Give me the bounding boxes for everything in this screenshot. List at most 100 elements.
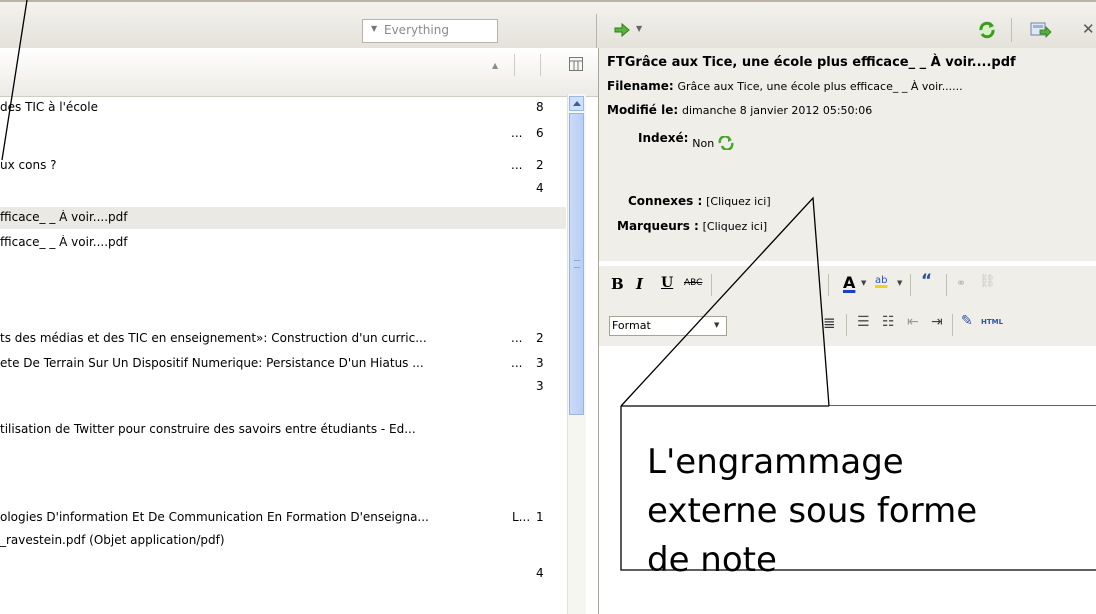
chevron-down-icon[interactable]: ▼	[897, 279, 902, 287]
sync-icon[interactable]	[977, 20, 997, 40]
modified-row: Modifié le: dimanche 8 janvier 2012 05:5…	[607, 103, 872, 117]
italic-button[interactable]: I	[636, 275, 643, 293]
column-picker-icon[interactable]	[569, 57, 583, 71]
search-mode-field[interactable]: ▼ Everything	[362, 19, 498, 43]
item-title: ts des médias et des TIC en enseignement…	[0, 331, 427, 345]
item-title: fficace_ _ À voir....pdf	[0, 235, 128, 249]
toolbar-separator	[910, 274, 911, 296]
item-count: 4	[536, 181, 544, 195]
sort-ascending-icon[interactable]: ▲	[492, 61, 498, 70]
toolbar-separator	[952, 314, 953, 336]
item-meta: ...	[511, 356, 523, 370]
column-separator[interactable]	[540, 54, 541, 76]
callout-line: externe sous forme	[647, 491, 978, 531]
toolbar-separator	[946, 274, 947, 296]
item-title: ux cons ?	[0, 158, 57, 172]
blockquote-icon[interactable]: “	[921, 271, 932, 291]
table-row[interactable]: ... 6	[0, 123, 566, 145]
modified-value: dimanche 8 janvier 2012 05:50:06	[681, 104, 873, 117]
strikethrough-button[interactable]: ABC	[684, 278, 702, 288]
bullet-list-icon[interactable]: ☰	[857, 314, 870, 330]
item-count: 1	[536, 510, 544, 524]
outdent-icon[interactable]: ⇤	[907, 314, 919, 330]
attachment-info: FTGrâce aux Tice, une école plus efficac…	[599, 48, 1096, 261]
tags-label: Marqueurs :	[617, 219, 699, 233]
table-row[interactable]: ts des médias et des TIC en enseignement…	[0, 328, 566, 350]
toolbar-separator	[828, 274, 829, 296]
item-count: 3	[536, 379, 544, 393]
table-row[interactable]: fficace_ _ À voir....pdf	[0, 232, 566, 254]
item-meta: ...	[511, 158, 523, 172]
item-title: ete De Terrain Sur Un Dispositif Numeriq…	[0, 356, 424, 370]
indent-icon[interactable]: ⇥	[931, 314, 943, 330]
pencil-icon[interactable]: ✎	[961, 313, 973, 329]
related-link[interactable]: [Cliquez ici]	[706, 195, 771, 208]
item-meta: L...	[512, 510, 531, 524]
html-button[interactable]: HTML	[981, 318, 1003, 326]
item-meta: ...	[511, 331, 523, 345]
table-row[interactable]: tilisation de Twitter pour construire de…	[0, 419, 566, 441]
editor-toolbar-row-2: Format ▼ ≣ ☰ ☷ ⇤ ⇥ ✎ HTML	[599, 306, 1096, 346]
font-color-button[interactable]: A	[843, 273, 855, 292]
toolbar-separator	[1011, 18, 1012, 42]
callout-line: de note	[647, 540, 777, 580]
table-row[interactable]: ologies D'information Et De Communicatio…	[0, 507, 566, 529]
item-title: des TIC à l'école	[0, 100, 98, 114]
filename-row: Filename: Grâce aux Tice, une école plus…	[607, 79, 963, 93]
modified-label: Modifié le:	[607, 103, 679, 117]
pane-divider[interactable]	[596, 14, 597, 48]
list-scrollbar[interactable]	[567, 94, 586, 614]
reindex-icon[interactable]	[718, 135, 734, 151]
item-meta: ...	[511, 126, 523, 140]
item-count: 6	[536, 126, 544, 140]
item-count: 2	[536, 331, 544, 345]
item-count: 3	[536, 356, 544, 370]
callout-line: L'engrammage	[647, 442, 904, 482]
chevron-down-icon[interactable]: ▼	[371, 24, 377, 33]
chevron-down-icon[interactable]: ▼	[636, 24, 642, 33]
format-select[interactable]: Format ▼	[609, 316, 727, 336]
align-justify-icon[interactable]: ≣	[823, 314, 836, 332]
tags-row: Marqueurs : [Cliquez ici]	[617, 219, 767, 233]
unlink-icon[interactable]: ⛓	[979, 274, 996, 289]
attachment-title[interactable]: FTGrâce aux Tice, une école plus efficac…	[607, 55, 1016, 70]
table-row[interactable]: ux cons ? ... 2	[0, 155, 566, 177]
tags-link[interactable]: [Cliquez ici]	[703, 220, 768, 233]
item-count: 8	[536, 100, 544, 114]
chevron-down-icon: ▼	[714, 321, 720, 329]
items-list: ▲ des TIC à l'école 8 ... 6 ux cons ? ..…	[0, 48, 598, 614]
table-row[interactable]: 4	[0, 563, 566, 585]
item-title: tilisation de Twitter pour construire de…	[0, 422, 416, 436]
numbered-list-icon[interactable]: ☷	[882, 314, 895, 330]
top-toolbar: ▼ Everything ▼ ✕	[0, 0, 1096, 48]
indexed-label: Indexé:	[638, 131, 689, 145]
indexed-row: Indexé: Non	[638, 128, 734, 151]
table-row[interactable]: des TIC à l'école 8	[0, 97, 566, 119]
scroll-up-icon[interactable]	[569, 96, 584, 111]
callout-text: L'engrammage externe sous forme de note	[647, 438, 1087, 585]
table-row[interactable]: ete De Terrain Sur Un Dispositif Numeriq…	[0, 353, 566, 375]
close-icon[interactable]: ✕	[1082, 20, 1095, 38]
column-separator[interactable]	[514, 54, 515, 76]
table-row[interactable]: 4	[0, 178, 566, 200]
highlight-button[interactable]: ab	[875, 275, 887, 286]
item-title: _ravestein.pdf (Objet application/pdf)	[0, 533, 225, 547]
underline-button[interactable]: U	[661, 275, 673, 291]
scroll-thumb[interactable]	[569, 113, 584, 415]
item-count: 2	[536, 158, 544, 172]
forward-arrow-icon[interactable]	[614, 22, 630, 38]
table-row[interactable]: 3	[0, 376, 566, 398]
filename-value[interactable]: Grâce aux Tice, une école plus efficace_…	[677, 80, 962, 93]
locate-icon[interactable]	[1030, 21, 1052, 39]
related-row: Connexes : [Cliquez ici]	[628, 194, 771, 208]
link-icon[interactable]: ⚭	[956, 276, 966, 290]
editor-toolbar-row-1: B I U ABC A ▼ ab ▼ “ ⚭ ⛓	[599, 266, 1096, 306]
table-row-selected[interactable]: fficace_ _ À voir....pdf	[0, 207, 566, 229]
toolbar-border	[0, 0, 1096, 2]
format-select-label: Format	[612, 319, 651, 332]
filename-label: Filename:	[607, 79, 674, 93]
indexed-value: Non	[692, 137, 715, 150]
chevron-down-icon[interactable]: ▼	[861, 279, 866, 287]
bold-button[interactable]: B	[611, 275, 624, 293]
table-row[interactable]: _ravestein.pdf (Objet application/pdf)	[0, 530, 566, 552]
